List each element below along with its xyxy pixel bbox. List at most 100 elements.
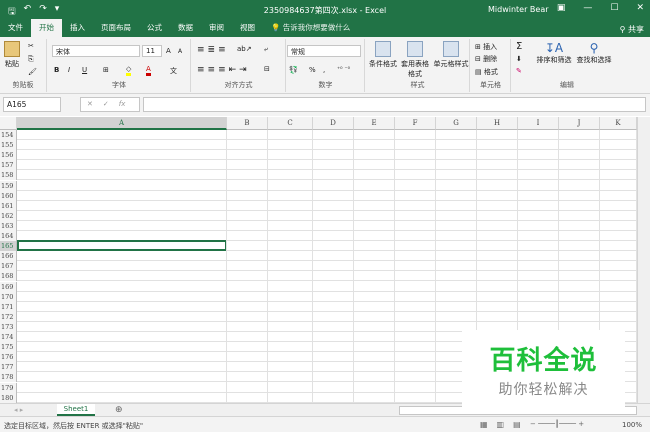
percent-button[interactable]: % (309, 66, 316, 74)
tab-review[interactable]: 审阅 (201, 19, 232, 37)
column-header[interactable]: D (313, 117, 354, 130)
clear-icon[interactable]: ✎ (516, 67, 522, 75)
orientation-icon[interactable]: ab↗ (237, 45, 252, 53)
font-size-select[interactable]: 11 (142, 45, 162, 57)
cancel-icon[interactable]: ✕ (87, 100, 93, 109)
cut-icon[interactable]: ✂ (28, 42, 34, 50)
row-header[interactable]: 159 (0, 180, 17, 191)
row-header[interactable]: 155 (0, 140, 17, 151)
wrap-text-icon[interactable]: ⤶ (264, 45, 268, 54)
row-header[interactable]: 162 (0, 210, 17, 221)
row-header[interactable]: 178 (0, 372, 17, 383)
close-button[interactable]: ✕ (636, 3, 644, 13)
row-header[interactable]: 158 (0, 170, 17, 181)
maximize-button[interactable]: ☐ (610, 3, 618, 13)
sheet-nav-icons[interactable]: ◂ ▸ (14, 406, 23, 414)
row-header[interactable]: 167 (0, 261, 17, 272)
format-cells-button[interactable]: ▤ 格式 (475, 67, 498, 77)
underline-button[interactable]: U (82, 66, 87, 74)
font-color-icon[interactable]: A (146, 65, 151, 76)
column-header[interactable]: F (395, 117, 436, 130)
copy-icon[interactable]: ⎘ (28, 55, 34, 64)
autosum-icon[interactable]: Σ (516, 41, 522, 52)
row-header[interactable]: 176 (0, 352, 17, 363)
column-header[interactable]: C (268, 117, 313, 130)
tab-insert[interactable]: 插入 (62, 19, 93, 37)
tell-me-box[interactable]: 💡 告诉我你想要做什么 (263, 19, 358, 37)
tab-data[interactable]: 数据 (170, 19, 201, 37)
column-header[interactable]: H (477, 117, 518, 130)
row-header[interactable]: 171 (0, 301, 17, 312)
select-all-corner[interactable] (0, 117, 17, 130)
row-header[interactable]: 177 (0, 362, 17, 373)
row-header[interactable]: 165 (0, 241, 17, 252)
minimize-button[interactable]: — (583, 3, 592, 13)
row-header[interactable]: 166 (0, 251, 17, 262)
comma-button[interactable]: , (323, 66, 325, 74)
fill-color-icon[interactable]: ◇ (126, 65, 132, 76)
row-header[interactable]: 168 (0, 271, 17, 282)
merge-center-icon[interactable]: ⊟ (264, 65, 270, 73)
paste-button[interactable]: 粘贴 (0, 41, 24, 69)
row-header[interactable]: 157 (0, 160, 17, 171)
enter-icon[interactable]: ✓ (103, 100, 109, 109)
decimal-icons[interactable]: ⁺⁰ ⁻⁰ (337, 66, 350, 73)
conditional-format-button[interactable]: 条件格式 (366, 41, 400, 69)
row-header[interactable]: 163 (0, 220, 17, 231)
sheet-tab-sheet1[interactable]: Sheet1 (57, 404, 95, 416)
format-painter-icon[interactable]: 🖌 (28, 68, 37, 76)
grow-font-button[interactable]: A (166, 47, 171, 55)
column-header[interactable]: A (17, 117, 227, 130)
row-header[interactable]: 179 (0, 382, 17, 393)
tab-page-layout[interactable]: 页面布局 (93, 19, 139, 37)
fill-icon[interactable]: ⬇ (516, 55, 522, 63)
share-button[interactable]: ⚲ 共享 (620, 24, 644, 35)
ribbon-display-icon[interactable]: ▣ (557, 3, 566, 13)
horizontal-align-icons[interactable]: ≡≡≡⇤⇥ (197, 65, 250, 75)
tab-file[interactable]: 文件 (0, 19, 31, 37)
tab-home[interactable]: 开始 (31, 19, 62, 37)
find-select-button[interactable]: ⚲ 查找和选择 (574, 41, 614, 65)
tab-formulas[interactable]: 公式 (139, 19, 170, 37)
column-header[interactable]: E (354, 117, 395, 130)
zoom-slider[interactable]: − ────┃──── + (530, 420, 584, 428)
phonetic-icon[interactable]: 文 (170, 66, 177, 76)
column-header[interactable]: G (436, 117, 477, 130)
view-buttons[interactable]: ▦▥▤ (480, 420, 530, 429)
cell-styles-button[interactable]: 单元格样式 (432, 41, 470, 69)
currency-icon[interactable]: 💱 (289, 66, 298, 74)
sort-filter-button[interactable]: ↧A 排序和筛选 (534, 41, 574, 65)
delete-cells-button[interactable]: ⊟ 删除 (475, 54, 497, 64)
row-header[interactable]: 170 (0, 291, 17, 302)
row-header[interactable]: 161 (0, 200, 17, 211)
row-header[interactable]: 160 (0, 190, 17, 201)
column-header[interactable]: I (518, 117, 559, 130)
row-header[interactable]: 154 (0, 130, 17, 141)
row-header[interactable]: 180 (0, 392, 17, 403)
insert-function-icon[interactable]: fx (119, 100, 126, 109)
font-name-select[interactable]: 宋体 (52, 45, 140, 57)
user-name[interactable]: Midwinter Bear (488, 5, 549, 14)
vertical-scrollbar[interactable] (637, 117, 650, 416)
border-icon[interactable]: ⊞ (103, 66, 109, 74)
bold-button[interactable]: B (54, 66, 59, 74)
row-header[interactable]: 169 (0, 281, 17, 292)
vertical-align-icons[interactable]: ≡≣≡ (197, 45, 229, 55)
column-header[interactable]: K (600, 117, 637, 130)
row-header[interactable]: 175 (0, 342, 17, 353)
column-header[interactable]: J (559, 117, 600, 130)
row-header[interactable]: 164 (0, 231, 17, 242)
number-format-select[interactable]: 常规 (287, 45, 361, 57)
selected-cell[interactable] (17, 240, 227, 252)
add-sheet-icon[interactable]: ⊕ (115, 405, 123, 415)
row-header[interactable]: 174 (0, 332, 17, 343)
name-box[interactable]: A165 (3, 97, 61, 112)
row-header[interactable]: 156 (0, 150, 17, 161)
italic-button[interactable]: I (68, 66, 70, 74)
column-header[interactable]: B (227, 117, 268, 130)
tab-view[interactable]: 视图 (232, 19, 263, 37)
format-as-table-button[interactable]: 套用表格格式 (398, 41, 432, 79)
insert-cells-button[interactable]: ⊞ 插入 (475, 42, 497, 52)
row-header[interactable]: 172 (0, 311, 17, 322)
formula-input[interactable] (143, 97, 646, 112)
